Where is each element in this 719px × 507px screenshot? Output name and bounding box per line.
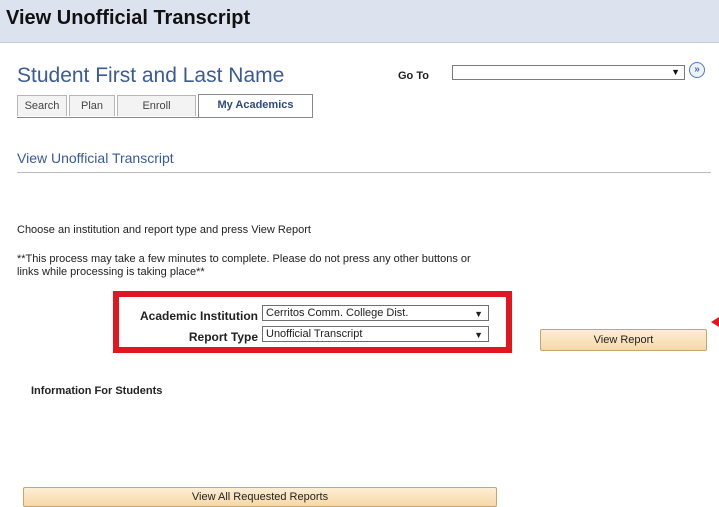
page-header: View Unofficial Transcript [0, 0, 719, 43]
goto-label: Go To [398, 70, 429, 82]
report-type-label: Report Type [188, 330, 258, 344]
goto-go-icon[interactable]: » [689, 62, 705, 78]
view-all-reports-button[interactable]: View All Requested Reports [23, 487, 497, 507]
view-report-button[interactable]: View Report [540, 329, 707, 351]
goto-select[interactable]: ▼ [452, 65, 685, 80]
info-heading: Information For Students [31, 385, 163, 397]
section-title: View Unofficial Transcript [17, 150, 174, 166]
institution-label: Academic Institution [139, 309, 258, 323]
chevron-down-icon: ▼ [474, 330, 483, 340]
tab-divider [17, 117, 313, 118]
page-title: View Unofficial Transcript [6, 7, 251, 29]
institution-select[interactable]: Cerritos Comm. College Dist. ▼ [262, 305, 489, 321]
report-type-value: Unofficial Transcript [266, 328, 363, 340]
instructions-text: Choose an institution and report type an… [17, 224, 311, 236]
processing-note: **This process may take a few minutes to… [17, 253, 471, 278]
chevron-down-icon: ▼ [671, 67, 680, 77]
arrow-pointer-icon [711, 317, 719, 327]
student-name: Student First and Last Name [17, 64, 285, 87]
section-divider [17, 172, 711, 173]
chevron-down-icon: ▼ [474, 309, 483, 319]
tab-search[interactable]: Search [17, 95, 67, 116]
report-type-select[interactable]: Unofficial Transcript ▼ [262, 326, 489, 342]
tab-my-academics[interactable]: My Academics [198, 94, 313, 117]
tab-plan[interactable]: Plan [69, 95, 115, 116]
institution-value: Cerritos Comm. College Dist. [266, 307, 409, 319]
tab-enroll[interactable]: Enroll [117, 95, 196, 116]
